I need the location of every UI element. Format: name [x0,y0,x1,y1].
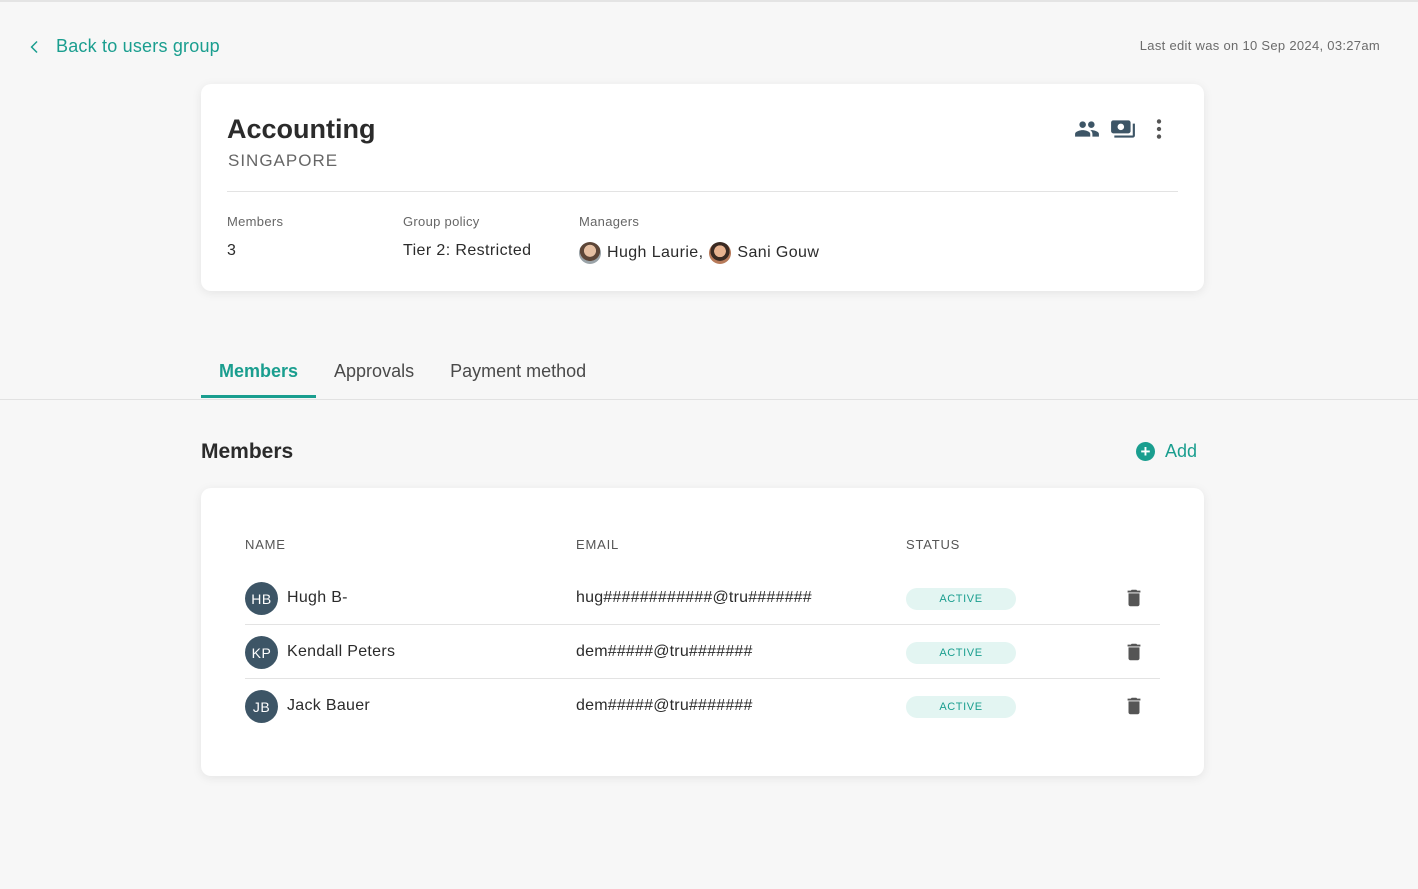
tab-approvals[interactable]: Approvals [316,344,432,398]
member-email: hug############@tru####### [576,589,812,606]
avatar: JB [245,690,278,723]
last-edit-timestamp: Last edit was on 10 Sep 2024, 03:27am [1139,38,1380,53]
managers-label: Managers [579,214,640,229]
add-button-label: Add [1165,441,1198,461]
back-link-label: Back to users group [56,36,220,56]
manager-avatar [709,242,732,264]
manager-avatar [579,242,601,264]
trash-icon[interactable] [1123,694,1145,718]
managers-block: Managers Hugh Laurie, Sani Gouw [579,214,819,264]
tab-payment-method[interactable]: Payment method [432,344,604,398]
tab-members[interactable]: Members [201,344,317,398]
tabs-divider [0,399,1418,400]
avatar: KP [245,636,278,669]
manager-name: Sani Gouw [737,244,820,261]
add-circle-icon: + [1136,442,1155,461]
member-name: Hugh B- [287,589,348,606]
group-icon[interactable] [1074,116,1100,142]
group-actions [1074,116,1172,142]
member-name: Kendall Peters [287,643,396,660]
group-location: SINGAPORE [228,151,339,170]
group-tabs: Members Approvals Payment method [201,344,604,398]
more-vert-icon[interactable] [1146,116,1172,142]
column-header-email: EMAIL [576,537,620,552]
avatar: HB [245,582,278,615]
member-email: dem#####@tru####### [576,643,753,660]
back-to-users-group-link[interactable]: Back to users group [26,36,220,57]
group-policy-label: Group policy [403,214,480,229]
status-badge: ACTIVE [906,696,1016,718]
group-summary-card: Accounting SINGAPORE Members 3 Group pol… [201,84,1204,291]
column-header-status: STATUS [906,537,961,552]
members-count-block: Members 3 [227,214,283,260]
manager-name: Hugh Laurie, [607,244,704,261]
card-divider [227,191,1178,192]
trash-icon[interactable] [1123,640,1145,664]
managers-list: Hugh Laurie, Sani Gouw [579,242,819,264]
table-row[interactable]: JB Jack Bauer dem#####@tru####### ACTIVE [245,679,1160,733]
group-policy-value: Tier 2: Restricted [403,242,532,259]
chevron-left-icon [30,40,38,53]
members-table: NAME EMAIL STATUS HB Hugh B- hug########… [201,488,1204,776]
column-header-name: NAME [245,537,286,552]
table-row[interactable]: KP Kendall Peters dem#####@tru####### AC… [245,625,1160,679]
group-policy-block: Group policy Tier 2: Restricted [403,214,531,260]
members-count-value: 3 [227,242,237,259]
add-member-button[interactable]: + Add [1136,441,1197,462]
status-badge: ACTIVE [906,642,1016,664]
table-row[interactable]: HB Hugh B- hug############@tru####### AC… [245,571,1160,625]
members-section-title: Members [201,440,294,463]
member-email: dem#####@tru####### [576,697,753,714]
group-name: Accounting [227,114,376,144]
member-name: Jack Bauer [287,697,371,714]
top-divider [0,0,1418,2]
payment-card-icon[interactable] [1110,116,1136,142]
members-count-label: Members [227,214,284,229]
status-badge: ACTIVE [906,588,1016,610]
trash-icon[interactable] [1123,586,1145,610]
